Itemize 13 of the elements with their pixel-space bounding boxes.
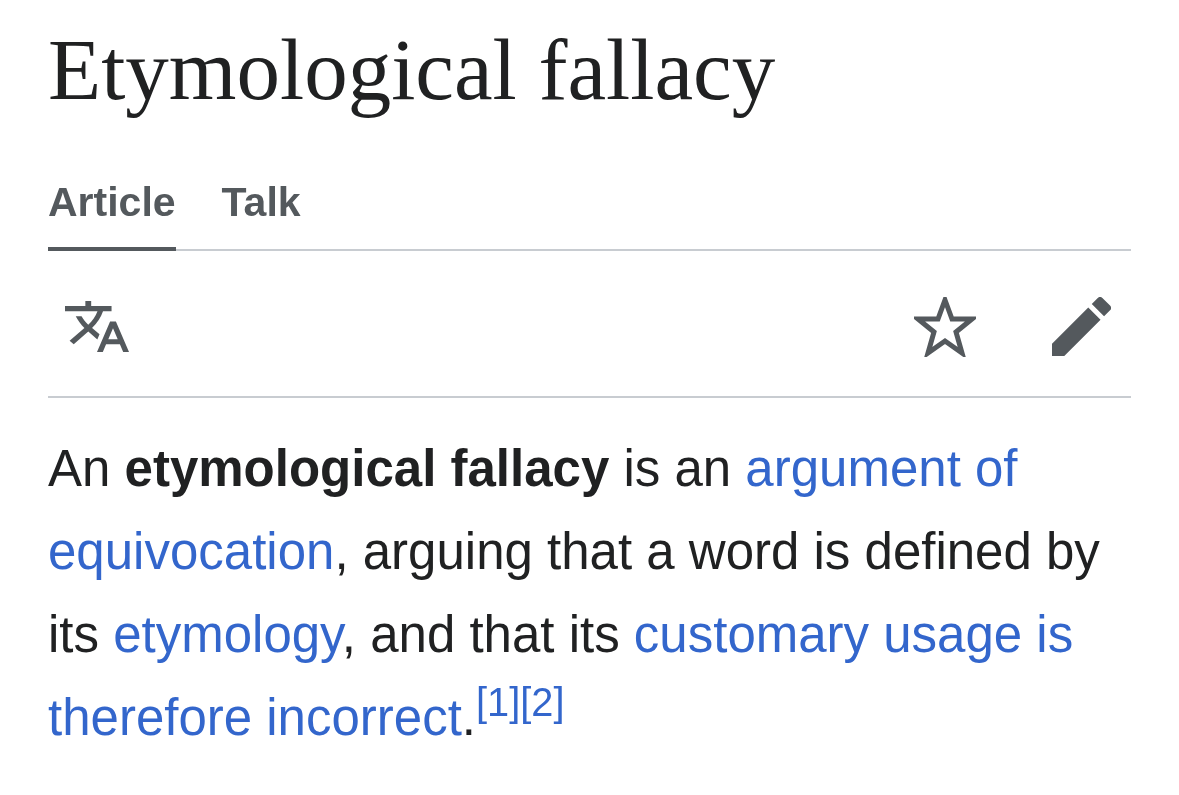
tab[interactable]: Article (48, 182, 176, 252)
star-icon[interactable] (914, 296, 976, 357)
citation-link[interactable]: [2] (520, 679, 565, 724)
article-link[interactable]: equivocation (48, 523, 335, 581)
page-title: Etymological fallacy (48, 20, 776, 120)
article-link[interactable]: customary usage is (633, 606, 1074, 664)
article-link[interactable]: etymology (113, 606, 342, 664)
citation-link[interactable]: [1] (476, 679, 521, 724)
translate-icon[interactable] (65, 301, 129, 353)
tab[interactable]: Talk (221, 182, 301, 252)
article-link[interactable]: argument of (745, 440, 1018, 498)
pencil-icon[interactable] (1052, 297, 1111, 357)
article-link[interactable]: therefore incorrect (48, 689, 462, 747)
